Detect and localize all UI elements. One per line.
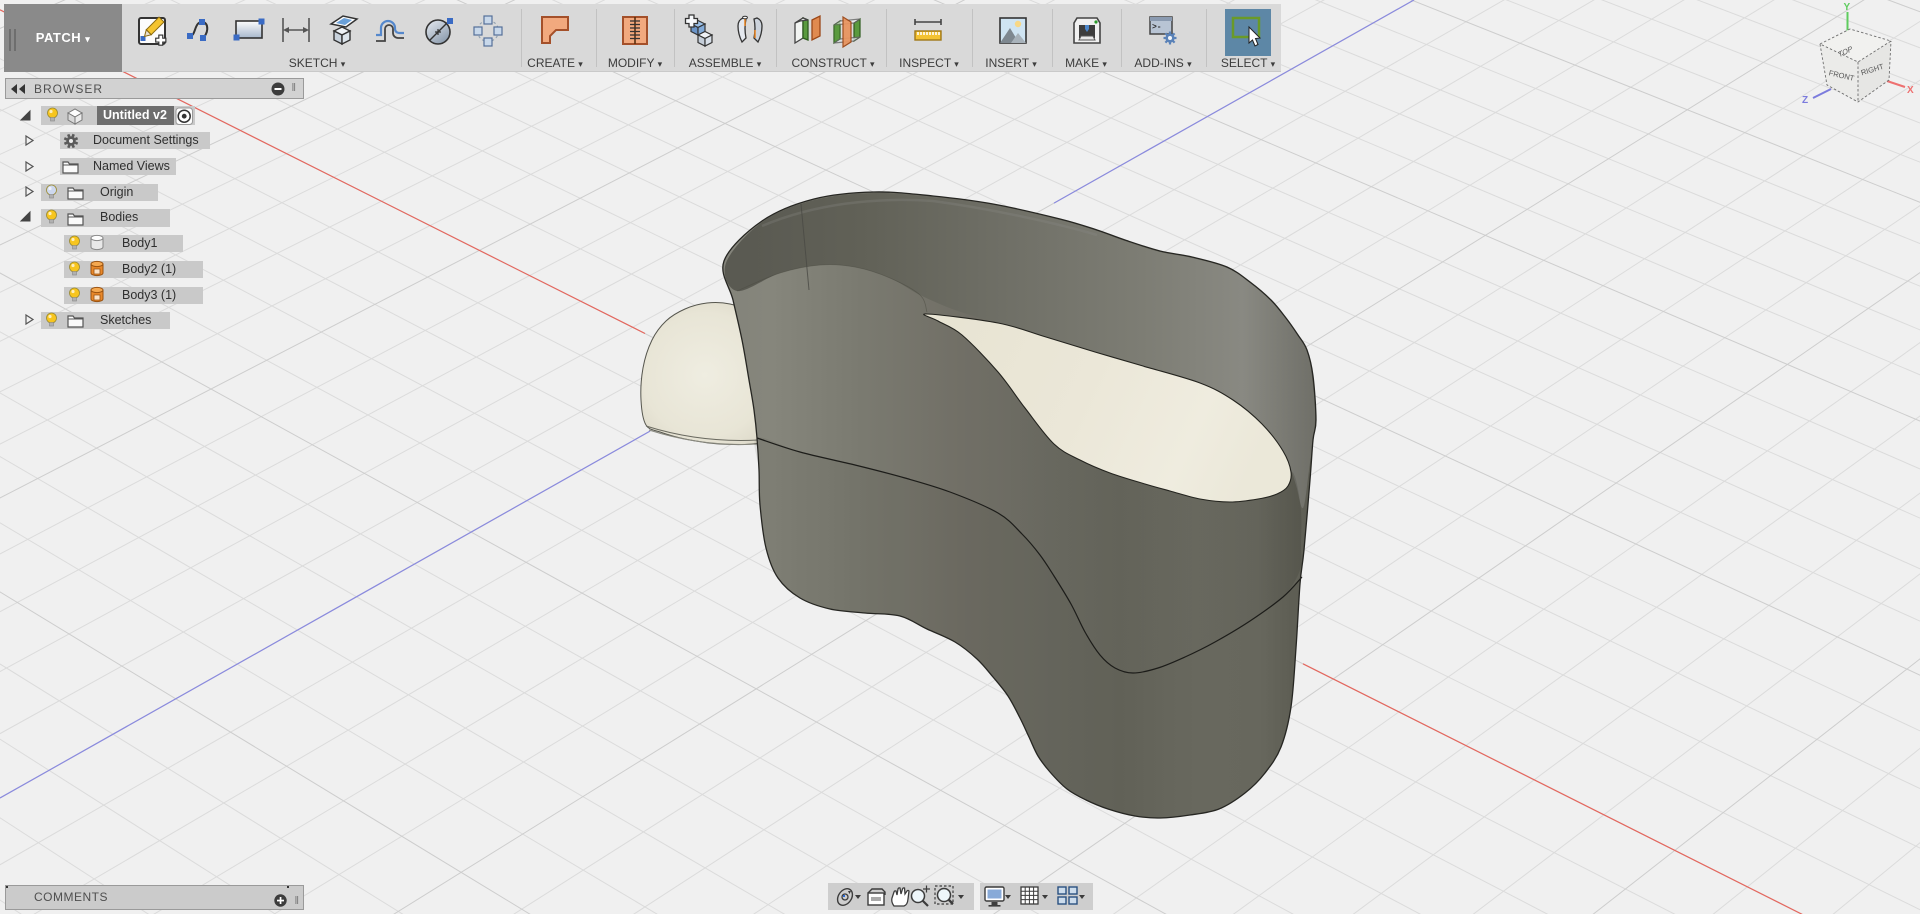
svg-text:>-: >- [1152,23,1162,32]
svg-text:Y: Y [1844,2,1851,13]
svg-text:X: X [1907,85,1914,96]
svg-text:Z: Z [1802,95,1808,106]
